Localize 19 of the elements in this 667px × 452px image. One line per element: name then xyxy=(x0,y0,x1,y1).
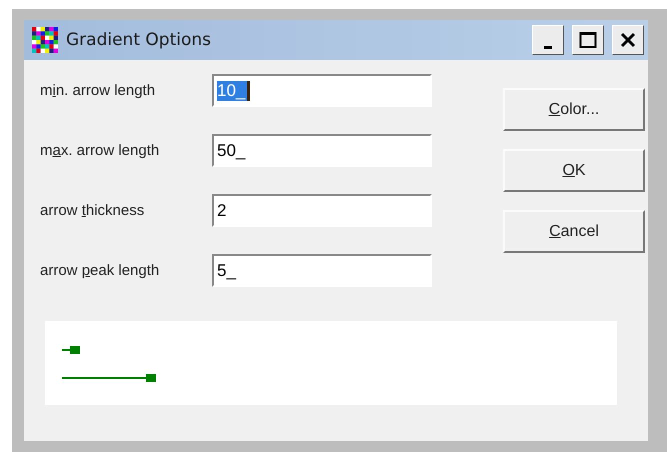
maximize-icon xyxy=(579,31,597,49)
field-label: arrow peak length xyxy=(40,262,160,279)
input-field[interactable]: 50_ xyxy=(212,134,432,167)
close-icon xyxy=(619,31,637,49)
close-button[interactable] xyxy=(612,25,644,55)
app-icon xyxy=(32,27,58,53)
maximize-button[interactable] xyxy=(572,25,604,55)
input-field[interactable]: 2 xyxy=(212,194,432,227)
dialog-button[interactable]: Cancel xyxy=(503,210,645,253)
field-label: min. arrow length xyxy=(40,82,156,99)
input-field[interactable]: 5_ xyxy=(212,254,432,287)
minimize-button[interactable] xyxy=(532,25,564,55)
field-label: max. arrow length xyxy=(40,142,160,159)
minimize-icon xyxy=(544,46,552,48)
input-field[interactable]: 10_ xyxy=(212,74,432,107)
dialog-button[interactable]: OK xyxy=(503,149,645,192)
window-title: Gradient Options xyxy=(66,30,212,50)
field-label: arrow thickness xyxy=(40,202,146,219)
dialog-button[interactable]: Color... xyxy=(503,88,645,131)
